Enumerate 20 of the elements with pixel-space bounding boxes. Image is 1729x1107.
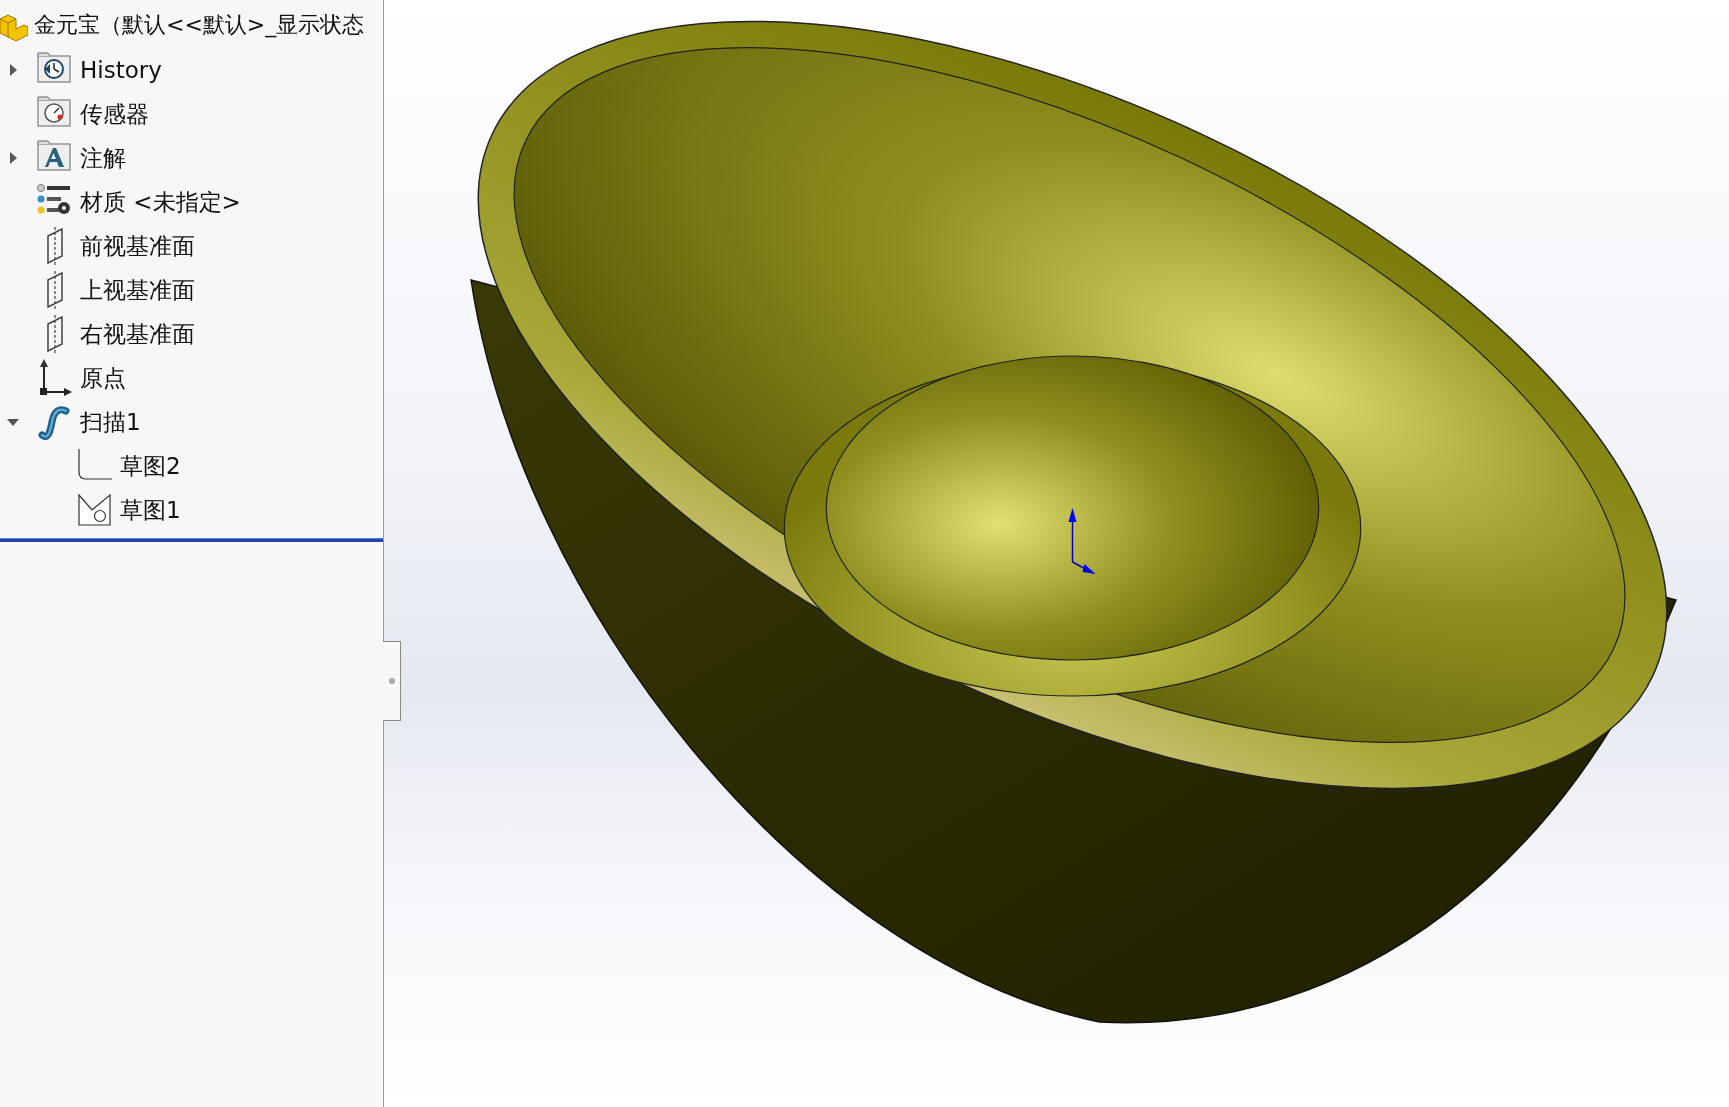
part-name[interactable]: 金元宝（默认<<默认>_显示状态 xyxy=(34,10,365,40)
axis-triad-icon xyxy=(1068,508,1096,574)
tree-item[interactable]: 草图2 xyxy=(120,450,181,482)
panel-splitter-handle[interactable] xyxy=(383,641,401,721)
plane-icon xyxy=(47,226,63,266)
tree-item[interactable]: 前视基准面 xyxy=(80,230,195,262)
plane-icon xyxy=(47,314,63,354)
tree-item[interactable]: 扫描1 xyxy=(80,406,141,438)
collapse-arrow-icon[interactable] xyxy=(7,418,19,426)
expand-arrow-icon[interactable] xyxy=(9,152,17,164)
expand-arrow-icon[interactable] xyxy=(9,64,17,76)
tree-item[interactable]: 传感器 xyxy=(80,98,149,130)
tree-item[interactable]: History xyxy=(80,57,162,83)
plane-icon xyxy=(47,270,63,310)
tree-item[interactable]: 注解 xyxy=(80,142,126,174)
tree-item[interactable]: 右视基准面 xyxy=(80,318,195,350)
tree-item[interactable]: 上视基准面 xyxy=(80,274,195,306)
tree-item[interactable]: 草图1 xyxy=(120,494,181,526)
tree-item[interactable]: 材质 <未指定> xyxy=(80,186,241,218)
tree-item[interactable]: 原点 xyxy=(80,362,126,394)
